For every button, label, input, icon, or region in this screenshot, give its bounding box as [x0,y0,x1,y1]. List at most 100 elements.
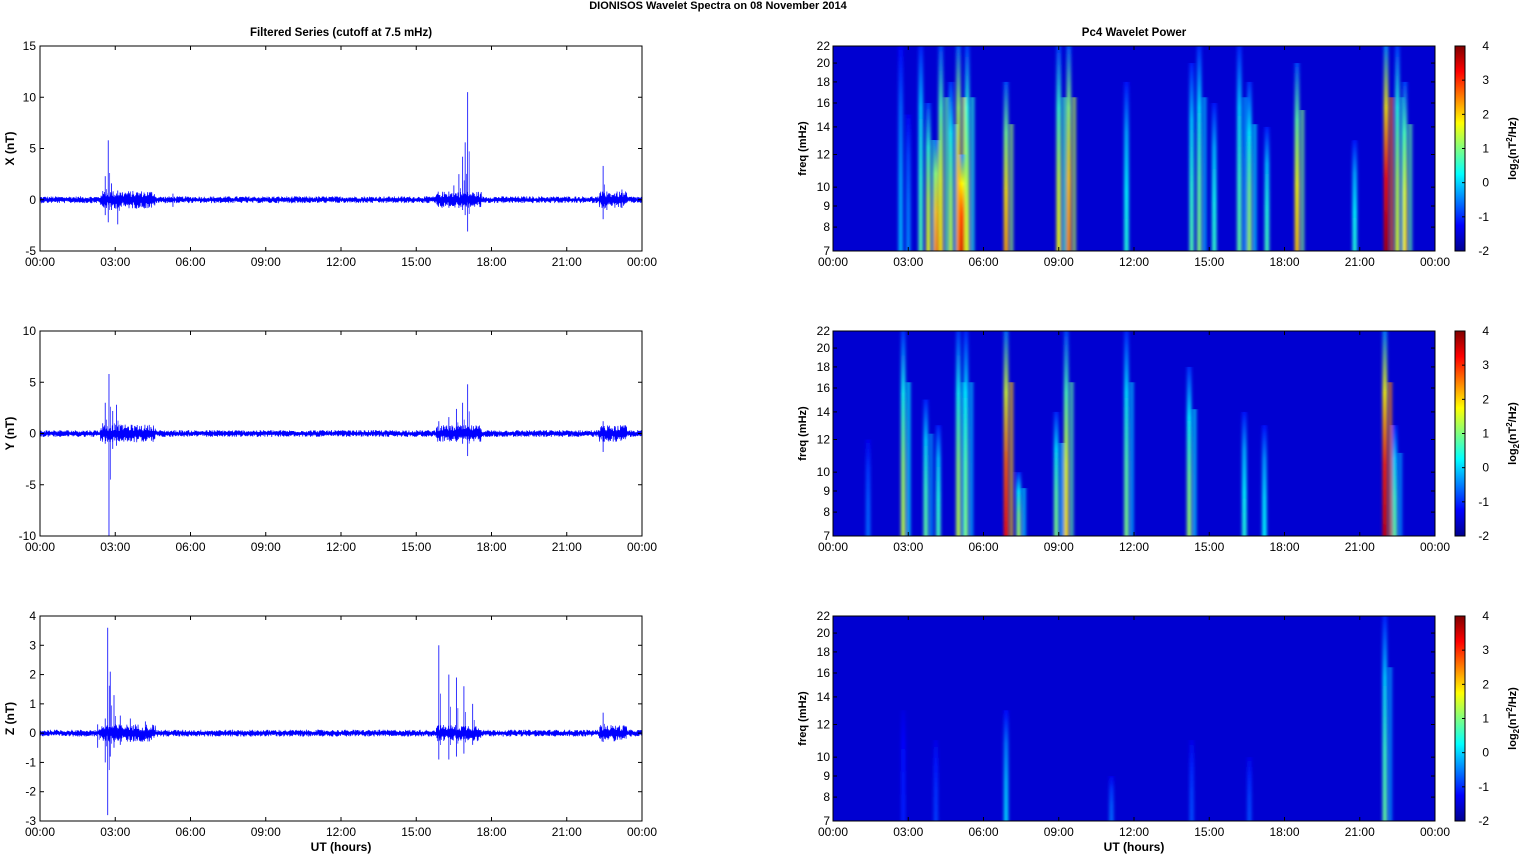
x-tick-label: 21:00 [1345,825,1375,839]
heatmap-streak [1388,667,1392,821]
heatmap-streak [1003,710,1009,821]
y-tick-label: 12 [817,433,831,447]
x-tick-label: 00:00 [818,825,848,839]
heatmap-streak [1390,97,1394,251]
x-tick-label: 09:00 [1044,825,1074,839]
heatmap-streak [1003,81,1009,251]
colorbar-tick-label: -2 [1478,529,1489,543]
heatmap-streak [1352,140,1357,251]
heatmap-streak [926,103,931,251]
x-tick-label: 12:00 [1119,255,1149,269]
y-tick-label: 0 [29,193,36,207]
y-tick-label: 1 [29,697,36,711]
y-tick-label: 9 [823,199,830,213]
series-panel-z: -3-2-101234Z (nT)00:00 03:00 06:00 09:00 12:… [3,609,657,854]
y-tick-label: 12 [817,148,831,162]
y-tick-label: 8 [823,790,830,804]
heatmap-streak [1124,331,1129,536]
heatmap-streak [1054,411,1059,536]
colorbar-tick-label: 3 [1482,358,1489,372]
y-tick-label: 20 [817,626,831,640]
x-tick-label: 15:00 [401,255,431,269]
x-tick-label: 00:00 [25,540,55,554]
heatmap-streak [1294,63,1300,251]
heatmap-streak [1253,124,1257,251]
heatmap-streak [1109,776,1114,821]
x-tick-label: 09:00 [251,540,281,554]
y-tick-label: -1 [25,755,36,769]
y-tick-label: 5 [29,142,36,156]
x-tick-label: 03:00 [100,255,130,269]
heatmap-streak [1402,81,1408,251]
heatmap-streak [1203,97,1207,251]
y-tick-label: 16 [817,96,831,110]
heatmap-streak [898,46,903,251]
y-tick-label: 0 [29,726,36,740]
x-tick-label: 15:00 [1194,825,1224,839]
heatmap-streak [1130,382,1134,536]
x-tick-label: 21:00 [1345,255,1375,269]
y-tick-label: 10 [817,180,831,194]
wavelet-panel-z: 78910121416182022freq (mHz)00:00 03:00 06:… [797,609,1521,854]
heatmap-streak [1064,331,1069,536]
heatmap-streak [923,399,929,536]
plot-area [40,46,642,251]
heatmap-streak [959,154,965,251]
heatmap-streak [1408,124,1412,251]
x-tick-label: 03:00 [100,540,130,554]
x-tick-label: 12:00 [1119,825,1149,839]
y-tick-label: 14 [817,120,831,134]
heatmap-streak [907,382,911,536]
heatmap-streak [956,46,961,251]
x-tick-label: 00:00 [627,255,657,269]
heatmap-streak [1066,46,1071,251]
x-tick-label: 15:00 [1194,255,1224,269]
colorbar-tick-label: 0 [1482,176,1489,190]
y-axis-label: Z (nT) [3,702,17,735]
y-tick-label: 10 [817,465,831,479]
x-tick-label: 03:00 [893,540,923,554]
x-tick-label: 06:00 [175,255,205,269]
colorbar-tick-label: 2 [1482,107,1489,121]
figure-title: DIONISOS Wavelet Spectra on 08 November … [589,0,847,12]
x-axis-label: UT (hours) [1104,840,1165,854]
x-tick-label: 00:00 [818,255,848,269]
y-axis-label: freq (mHz) [797,406,809,461]
y-tick-label: 10 [23,90,37,104]
x-tick-label: 21:00 [552,540,582,554]
x-tick-label: 09:00 [1044,255,1074,269]
heatmap-background [833,46,1435,251]
colorbar-tick-label: 1 [1482,712,1489,726]
colorbar-tick-label: 4 [1482,324,1489,338]
y-tick-label: 9 [823,484,830,498]
x-tick-label: 03:00 [893,255,923,269]
y-tick-label: 22 [817,609,831,623]
x-tick-label: 21:00 [552,255,582,269]
colorbar-tick-label: 2 [1482,677,1489,691]
y-tick-label: -2 [25,785,36,799]
colorbar-label: log2(nT2/Hz) [1505,402,1521,465]
heatmap-streak [1382,616,1388,821]
figure: DIONISOS Wavelet Spectra on 08 November … [3,0,1521,854]
heatmap-streak [936,425,941,536]
heatmap-streak [1010,382,1014,536]
y-tick-label: 0 [29,427,36,441]
heatmap-streak [1016,472,1021,536]
colorbar-tick-label: 2 [1482,392,1489,406]
heatmap-streak [944,97,948,251]
heatmap-streak [1124,81,1129,251]
heatmap-streak [1010,124,1014,251]
x-axis-label: UT (hours) [311,840,372,854]
y-tick-label: 12 [817,718,831,732]
x-tick-label: 03:00 [100,825,130,839]
x-tick-label: 18:00 [476,255,506,269]
heatmap-streak [933,740,939,821]
panel-title: Pc4 Wavelet Power [1082,27,1187,39]
x-tick-label: 00:00 [627,825,657,839]
colorbar-tick-label: 4 [1482,609,1489,623]
heatmap-streak [969,382,973,536]
x-tick-label: 00:00 [1420,825,1450,839]
y-tick-label: 18 [817,645,831,659]
wavelet-panel-x: 78910121416182022freq (mHz)00:00 03:00 06:… [797,27,1521,269]
x-tick-label: 15:00 [401,540,431,554]
